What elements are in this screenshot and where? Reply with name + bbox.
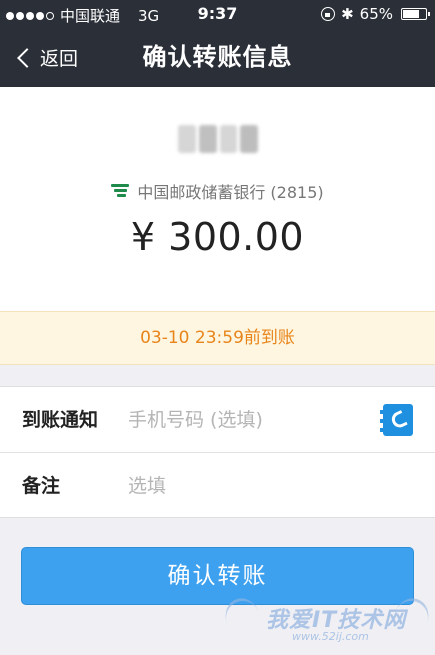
payee-name-redacted bbox=[178, 125, 258, 153]
notify-label: 到账通知 bbox=[22, 409, 99, 431]
bank-info: 中国邮政储蓄银行 (2815) bbox=[0, 179, 435, 203]
battery-fill bbox=[403, 10, 419, 18]
arrival-notice: 03-10 23:59前到账 bbox=[0, 311, 435, 365]
transfer-form: 到账通知 备注 bbox=[0, 386, 435, 519]
phone-number-input[interactable] bbox=[128, 387, 368, 453]
postal-bank-icon bbox=[111, 183, 130, 199]
remark-input[interactable] bbox=[128, 453, 368, 519]
notify-row: 到账通知 bbox=[0, 387, 435, 453]
bluetooth-icon: ✱ bbox=[341, 4, 354, 23]
payee-card: 中国邮政储蓄银行 (2815) ¥ 300.00 bbox=[0, 87, 435, 311]
bank-name: 中国邮政储蓄银行 (2815) bbox=[137, 183, 324, 202]
battery-percent: 65% bbox=[359, 5, 393, 23]
redacted-block bbox=[198, 125, 217, 153]
redacted-block bbox=[219, 125, 238, 153]
remark-label: 备注 bbox=[22, 475, 61, 497]
confirm-transfer-button[interactable]: 确认转账 bbox=[21, 547, 414, 605]
watermark-url: www.52ij.com bbox=[292, 630, 369, 643]
transfer-amount: ¥ 300.00 bbox=[130, 215, 305, 259]
redacted-block bbox=[178, 125, 196, 153]
nav-bar: 返回 确认转账信息 bbox=[0, 28, 435, 87]
phone-icon bbox=[389, 410, 408, 430]
contact-book-icon[interactable] bbox=[380, 404, 413, 436]
battery-icon bbox=[401, 8, 430, 20]
redacted-block bbox=[240, 125, 258, 153]
watermark-text: 我爱IT技术网 bbox=[266, 608, 407, 633]
page-title: 确认转账信息 bbox=[142, 43, 293, 71]
remark-row: 备注 bbox=[0, 453, 435, 519]
lock-rotation-icon bbox=[321, 7, 336, 21]
status-bar: 中国联通 3G 9:37 ✱ 65% bbox=[0, 0, 435, 28]
status-right: ✱ 65% bbox=[321, 4, 430, 23]
